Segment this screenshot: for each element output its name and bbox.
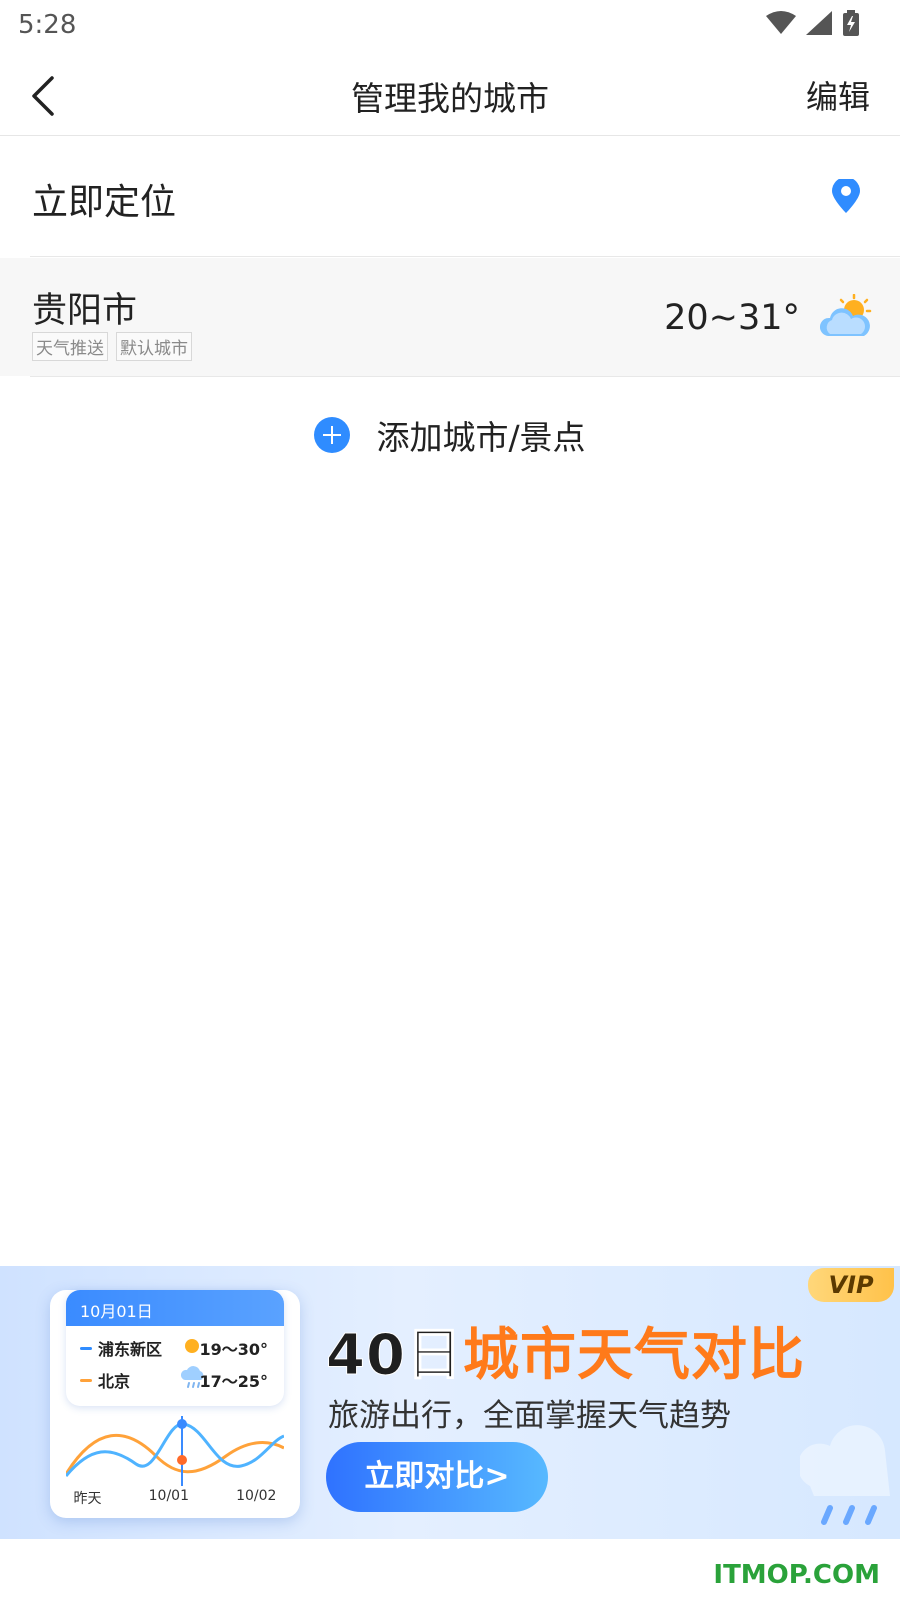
page-title: 管理我的城市 (351, 79, 549, 118)
banner-card-header: 10月01日 浦东新区 19～30° 北京 17～25° (66, 1290, 284, 1406)
chart-point (177, 1419, 187, 1429)
city-tags: 天气推送 默认城市 (32, 332, 192, 361)
city-tag-push: 天气推送 (32, 332, 108, 361)
banner-card-city: 北京 (98, 1372, 131, 1391)
status-bar: 5:28 (0, 0, 900, 50)
location-pin-icon (832, 179, 860, 213)
banner-trend-chart (66, 1416, 284, 1486)
legend-dash (80, 1378, 92, 1382)
city-temp-range: 20~31° (664, 298, 800, 338)
city-name: 贵阳市 (32, 291, 138, 331)
locate-now-label: 立即定位 (32, 182, 177, 223)
banner-subtitle: 旅游出行，全面掌握天气趋势 (328, 1398, 731, 1434)
partly-cloudy-icon (820, 294, 872, 336)
chart-point (177, 1455, 187, 1465)
add-city-label: 添加城市/景点 (376, 418, 586, 457)
banner-card-temp: 17～25° (199, 1372, 268, 1391)
city-row[interactable]: 贵阳市 天气推送 默认城市 20~31° (0, 258, 900, 376)
legend-dash (80, 1346, 92, 1350)
chart-x-label: 10/02 (236, 1488, 277, 1504)
status-icons (766, 10, 860, 36)
promo-banner[interactable]: VIP 10月01日 浦东新区 19～30° 北京 17～25° 昨天 10/0… (0, 1266, 900, 1539)
vip-badge: VIP (808, 1268, 894, 1302)
divider (30, 376, 900, 377)
city-tag-default: 默认城市 (116, 332, 192, 361)
banner-card-row: 北京 (80, 1368, 130, 1392)
compare-now-button[interactable]: 立即对比> (326, 1442, 548, 1512)
battery-icon (843, 10, 859, 36)
add-city-button[interactable]: 添加城市/景点 (0, 400, 900, 470)
banner-title-compare: 城市天气对比 (462, 1323, 805, 1388)
divider (30, 256, 900, 257)
watermark-text: ITMOP.COM (713, 1560, 880, 1590)
wifi-icon (766, 11, 796, 34)
header: 管理我的城市 编辑 (0, 56, 900, 136)
banner-card-temp: 19～30° (199, 1340, 268, 1359)
signal-icon (806, 11, 832, 35)
chart-x-label: 10/01 (148, 1488, 189, 1504)
edit-button[interactable]: 编辑 (806, 72, 870, 118)
banner-card-row: 浦东新区 (80, 1336, 162, 1360)
status-time: 5:28 (18, 10, 77, 40)
banner-preview-card: 10月01日 浦东新区 19～30° 北京 17～25° 昨天 10/01 10… (50, 1290, 300, 1518)
chart-x-label: 昨天 (73, 1491, 102, 1507)
banner-chart-xlabels: 昨天 10/01 10/02 (50, 1488, 300, 1508)
banner-title: 40日城市天气对比 (326, 1310, 805, 1391)
rain-cloud-icon (800, 1425, 890, 1525)
banner-card-date: 10月01日 (66, 1290, 284, 1326)
plus-icon (314, 417, 351, 453)
locate-now-row[interactable]: 立即定位 (0, 137, 900, 257)
banner-card-city: 浦东新区 (98, 1340, 163, 1359)
banner-title-days: 40日 (326, 1323, 463, 1389)
